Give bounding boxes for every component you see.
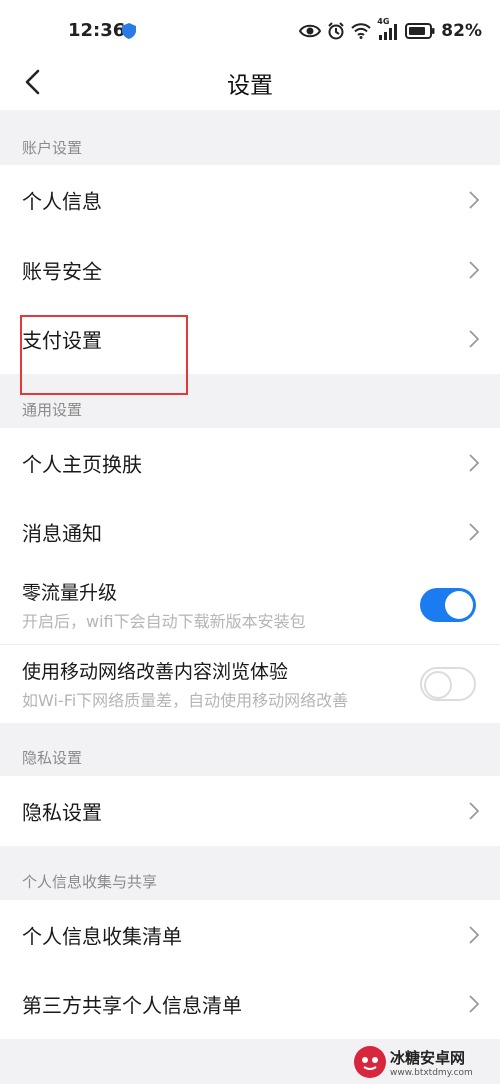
row-account-security[interactable]: 账号安全 — [0, 235, 500, 305]
row-mobile-network-improve: 使用移动网络改善内容浏览体验 如Wi-Fi下网络质量差，自动使用移动网络改善 — [0, 645, 500, 723]
zero-data-upgrade-toggle[interactable] — [420, 588, 476, 622]
row-label: 隐私设置 — [22, 800, 102, 825]
section-header-privacy: 隐私设置 — [22, 749, 83, 767]
toggle-title: 使用移动网络改善内容浏览体验 — [22, 661, 289, 683]
section-header-collection: 个人信息收集与共享 — [22, 873, 158, 891]
row-message-notification[interactable]: 消息通知 — [0, 497, 500, 567]
mobile-network-improve-toggle[interactable] — [420, 667, 476, 701]
toggle-subtitle: 如Wi-Fi下网络质量差，自动使用移动网络改善 — [22, 691, 349, 710]
section-header-general: 通用设置 — [22, 401, 83, 419]
chevron-right-icon — [469, 330, 480, 348]
row-label: 个人信息收集清单 — [22, 924, 182, 949]
watermark-title: 冰糖安卓网 — [390, 1048, 466, 1067]
watermark-logo-icon — [354, 1046, 386, 1078]
row-label: 第三方共享个人信息清单 — [22, 993, 242, 1018]
row-label: 个人信息 — [22, 189, 102, 214]
status-time: 12:36 — [68, 20, 126, 41]
toggle-title: 零流量升级 — [22, 582, 118, 604]
chevron-right-icon — [469, 191, 480, 209]
chevron-right-icon — [469, 995, 480, 1013]
battery-percentage: 82% — [441, 21, 482, 41]
row-personal-info[interactable]: 个人信息 — [0, 165, 500, 235]
highlight-box — [20, 315, 188, 395]
row-zero-data-upgrade: 零流量升级 开启后，wifi下会自动下载新版本安装包 — [0, 566, 500, 644]
toggle-knob — [424, 671, 452, 699]
chevron-right-icon — [469, 523, 480, 541]
signal-icon: 4G — [377, 17, 399, 41]
row-label: 个人主页换肤 — [22, 452, 142, 477]
row-homepage-skin[interactable]: 个人主页换肤 — [0, 428, 500, 498]
nav-bar: 设置 — [0, 62, 500, 110]
chevron-right-icon — [469, 454, 480, 472]
chevron-right-icon — [469, 261, 480, 279]
battery-icon — [405, 23, 435, 39]
row-privacy-settings[interactable]: 隐私设置 — [0, 776, 500, 846]
watermark-url: www.btxtdmy.com — [390, 1067, 473, 1078]
watermark: 冰糖安卓网 www.btxtdmy.com — [354, 1044, 494, 1080]
row-third-party-sharing-list[interactable]: 第三方共享个人信息清单 — [0, 969, 500, 1039]
wifi-icon — [351, 23, 372, 39]
alarm-icon — [328, 22, 345, 40]
toggle-knob — [445, 591, 473, 619]
status-icons: 4G 82% — [299, 17, 482, 44]
shield-icon — [122, 23, 136, 39]
toggle-subtitle: 开启后，wifi下会自动下载新版本安装包 — [22, 612, 306, 631]
chevron-right-icon — [469, 926, 480, 944]
chevron-right-icon — [469, 802, 480, 820]
eye-icon — [299, 24, 322, 38]
section-header-account: 账户设置 — [22, 139, 83, 157]
status-bar: 12:36 4G 82% — [0, 0, 500, 62]
page-title: 设置 — [227, 73, 273, 99]
row-info-collection-list[interactable]: 个人信息收集清单 — [0, 900, 500, 970]
watermark-text: 冰糖安卓网 www.btxtdmy.com — [390, 1047, 473, 1078]
row-label: 消息通知 — [22, 521, 102, 546]
row-label: 账号安全 — [22, 259, 102, 284]
